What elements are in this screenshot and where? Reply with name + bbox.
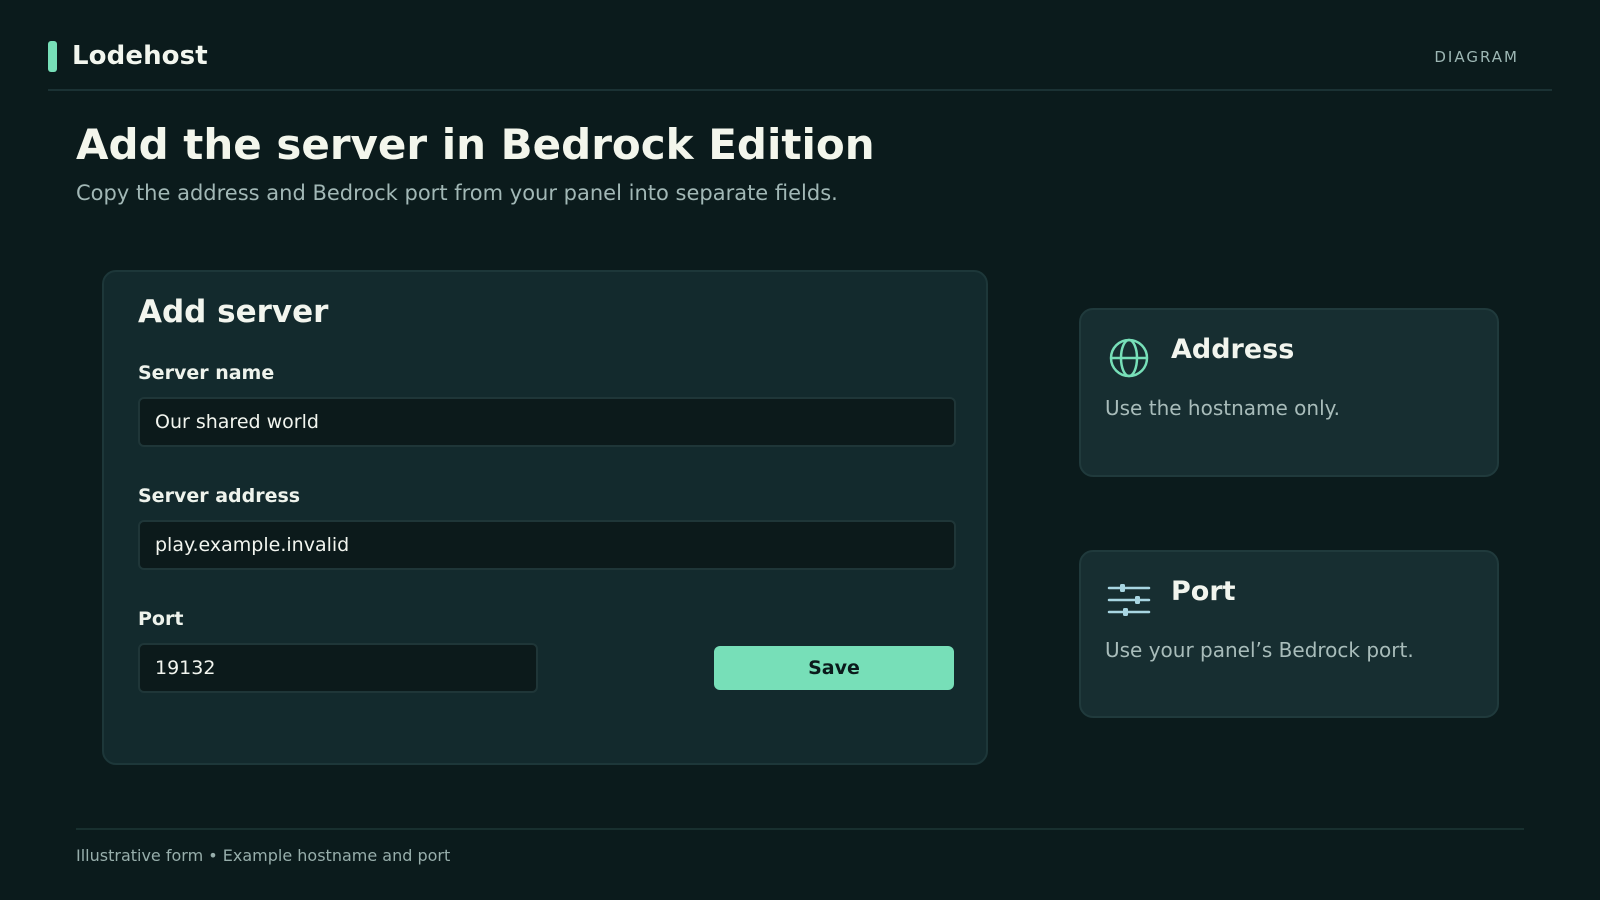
footer-divider [76, 828, 1524, 830]
port-input[interactable] [138, 643, 538, 693]
footer-note: Illustrative form • Example hostname and… [76, 846, 451, 865]
server-name-label: Server name [138, 362, 275, 384]
save-button[interactable]: Save [714, 646, 954, 690]
port-card-text: Use your panel’s Bedrock port. [1105, 638, 1414, 662]
port-card-title: Port [1171, 576, 1236, 607]
address-info-card: Address Use the hostname only. [1079, 308, 1499, 477]
page-title: Add the server in Bedrock Edition [76, 120, 875, 169]
page-subtitle: Copy the address and Bedrock port from y… [76, 181, 838, 205]
brand-name: Lodehost [72, 41, 208, 71]
page: Lodehost DIAGRAM Add the server in Bedro… [0, 0, 1600, 900]
form-title: Add server [138, 294, 329, 330]
globe-icon [1109, 338, 1149, 378]
server-address-input[interactable] [138, 520, 956, 570]
brand-accent-bar [48, 40, 57, 72]
server-name-input[interactable] [138, 397, 956, 447]
server-address-label: Server address [138, 485, 301, 507]
diagram-tag: DIAGRAM [1434, 48, 1519, 66]
brand: Lodehost [48, 40, 208, 72]
top-bar: Lodehost DIAGRAM [48, 40, 1552, 91]
address-card-text: Use the hostname only. [1105, 396, 1340, 420]
port-label: Port [138, 608, 184, 630]
sliders-icon [1107, 584, 1151, 616]
address-card-title: Address [1171, 334, 1295, 365]
add-server-form: Add server Server name Server address Po… [102, 270, 988, 765]
port-info-card: Port Use your panel’s Bedrock port. [1079, 550, 1499, 718]
